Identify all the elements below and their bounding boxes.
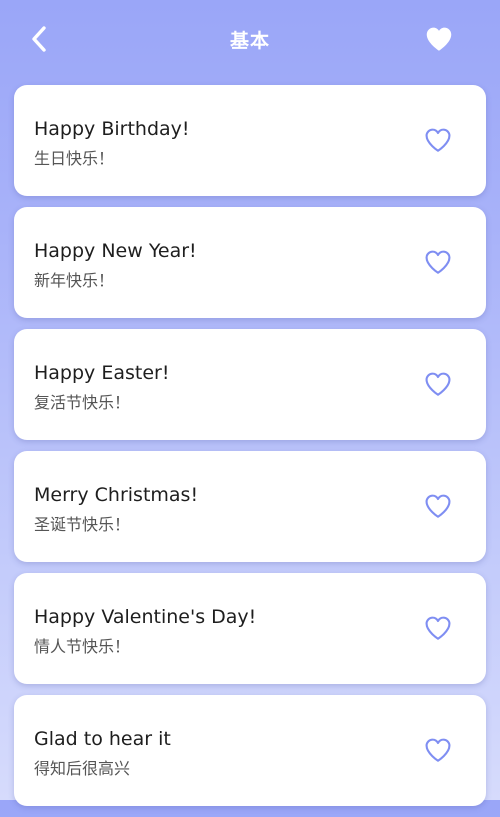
top-bar: 基本 <box>0 0 500 78</box>
phrase-card[interactable]: Merry Christmas! 圣诞节快乐！ <box>14 451 486 562</box>
phrase-chinese: 生日快乐！ <box>34 149 115 168</box>
phrase-card[interactable]: Happy New Year! 新年快乐！ <box>14 207 486 318</box>
phrase-english: Happy New Year! <box>34 240 197 262</box>
heart-outline-icon[interactable] <box>424 737 452 763</box>
phrase-card[interactable]: Happy Valentine's Day! 情人节快乐！ <box>14 573 486 684</box>
heart-outline-icon[interactable] <box>424 493 452 519</box>
phrase-chinese: 圣诞节快乐！ <box>34 515 131 534</box>
phrase-english: Glad to hear it <box>34 728 171 750</box>
phrase-card[interactable]: Happy Birthday! 生日快乐！ <box>14 85 486 196</box>
favorites-button[interactable] <box>424 24 454 54</box>
heart-outline-icon[interactable] <box>424 127 452 153</box>
phrase-english: Merry Christmas! <box>34 484 199 506</box>
heart-filled-icon <box>426 27 452 51</box>
phrase-chinese: 复活节快乐！ <box>34 393 131 412</box>
phrase-english: Happy Easter! <box>34 362 170 384</box>
phrase-list: Happy Birthday! 生日快乐！ Happy New Year! 新年… <box>14 85 486 817</box>
phrase-card[interactable]: Happy Easter! 复活节快乐！ <box>14 329 486 440</box>
phrase-english: Happy Birthday! <box>34 118 190 140</box>
phrase-card[interactable]: Glad to hear it 得知后很高兴 <box>14 695 486 806</box>
phrase-chinese: 得知后很高兴 <box>34 759 131 778</box>
heart-outline-icon[interactable] <box>424 371 452 397</box>
heart-outline-icon[interactable] <box>424 615 452 641</box>
phrase-english: Happy Valentine's Day! <box>34 606 257 628</box>
heart-outline-icon[interactable] <box>424 249 452 275</box>
phrase-chinese: 新年快乐！ <box>34 271 115 290</box>
phrase-chinese: 情人节快乐！ <box>34 637 131 656</box>
